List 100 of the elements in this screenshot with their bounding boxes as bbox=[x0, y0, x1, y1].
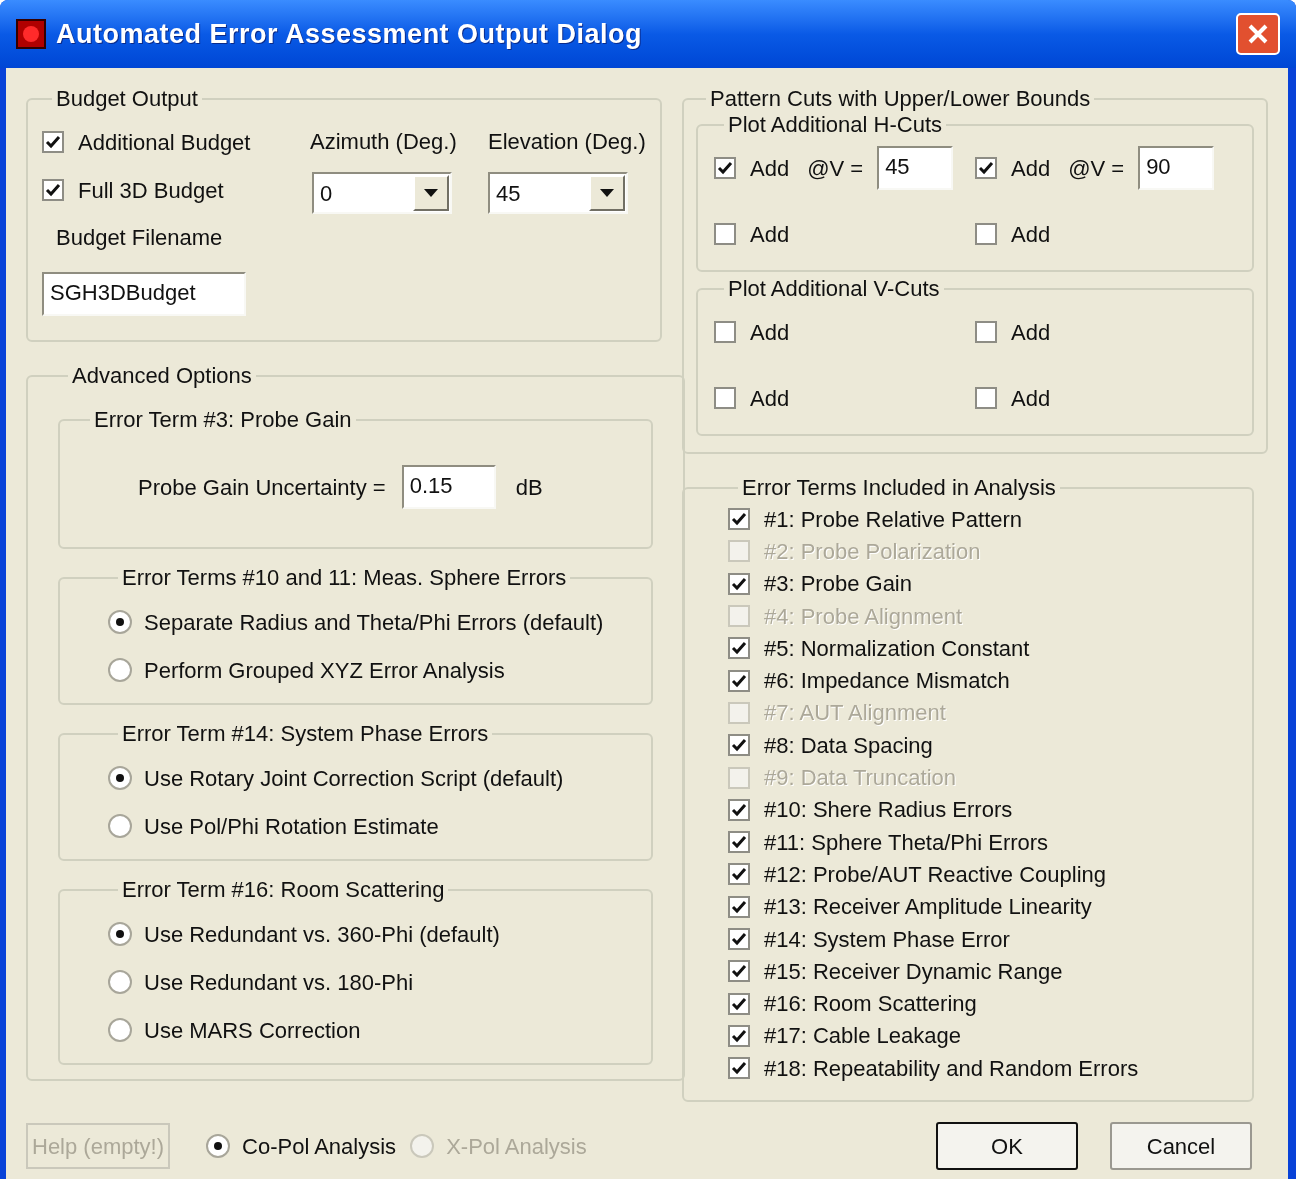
checkbox-label: #10: Shere Radius Errors bbox=[764, 796, 1013, 825]
group-title: Plot Additional V-Cuts bbox=[727, 276, 941, 302]
checkbox-label: #1: Probe Relative Pattern bbox=[764, 505, 1023, 534]
checkbox-label: #9: Data Truncation bbox=[764, 764, 956, 793]
checkbox[interactable] bbox=[728, 572, 750, 595]
dropdown[interactable]: 0 bbox=[312, 172, 452, 214]
checkbox[interactable] bbox=[714, 387, 736, 409]
radio-label: Use Pol/Phi Rotation Estimate bbox=[144, 812, 439, 841]
dropdown-value: 0 bbox=[319, 179, 334, 208]
radio-button[interactable] bbox=[206, 1134, 231, 1159]
checkbox-label: #12: Probe/AUT Reactive Coupling bbox=[764, 860, 1106, 889]
field-label: Azimuth (Deg.) bbox=[310, 128, 458, 156]
checkbox[interactable] bbox=[714, 157, 736, 179]
checkbox-label: #4: Probe Alignment bbox=[764, 602, 963, 631]
checkbox[interactable] bbox=[975, 321, 997, 343]
checkbox[interactable] bbox=[728, 1057, 750, 1080]
group-title: Pattern Cuts with Upper/Lower Bounds bbox=[709, 86, 1092, 112]
radio-label: Co-Pol Analysis bbox=[242, 1132, 397, 1161]
checkbox-label: Add bbox=[1011, 154, 1051, 183]
checkbox[interactable] bbox=[975, 157, 997, 179]
checkbox[interactable] bbox=[975, 387, 997, 409]
checkbox-label: #16: Room Scattering bbox=[764, 990, 977, 1019]
checkbox-label: Add bbox=[1011, 318, 1051, 347]
checkbox-label: #11: Sphere Theta/Phi Errors bbox=[764, 828, 1049, 857]
checkbox[interactable] bbox=[42, 131, 64, 153]
radio-button[interactable] bbox=[108, 970, 132, 994]
probe-gain-field[interactable]: 0.15 bbox=[401, 465, 496, 509]
checkbox[interactable] bbox=[728, 895, 750, 918]
group-title: Error Term #3: Probe Gain bbox=[93, 407, 353, 433]
radio-label: X-Pol Analysis bbox=[446, 1132, 587, 1161]
radio-label: Use Redundant vs. 180-Phi bbox=[144, 968, 414, 997]
close-button[interactable] bbox=[1236, 13, 1280, 55]
checkbox[interactable] bbox=[714, 223, 736, 245]
field-label: @V = bbox=[1068, 154, 1125, 183]
group-title: Error Terms #10 and 11: Meas. Sphere Errors bbox=[121, 565, 568, 591]
angle-field[interactable]: 90 bbox=[1138, 146, 1215, 190]
checkbox[interactable] bbox=[728, 1024, 750, 1047]
radio-button[interactable] bbox=[108, 1018, 132, 1042]
checkbox-label: #15: Receiver Dynamic Range bbox=[764, 957, 1063, 986]
dropdown-value: 45 bbox=[495, 179, 522, 208]
checkbox-label: #2: Probe Polarization bbox=[764, 537, 981, 566]
checkbox-label: #5: Normalization Constant bbox=[764, 634, 1030, 663]
radio-button[interactable] bbox=[108, 610, 132, 634]
field-label: @V = bbox=[807, 154, 864, 183]
checkbox[interactable] bbox=[728, 508, 750, 531]
checkbox[interactable] bbox=[42, 179, 64, 201]
checkbox-label: #8: Data Spacing bbox=[764, 731, 933, 760]
radio-button[interactable] bbox=[108, 766, 132, 790]
angle-field[interactable]: 45 bbox=[877, 146, 954, 190]
filename-field[interactable]: SGH3DBudget bbox=[42, 272, 246, 316]
checkbox[interactable] bbox=[728, 637, 750, 660]
checkbox-label: #17: Cable Leakage bbox=[764, 1022, 961, 1051]
group-title: Error Terms Included in Analysis bbox=[741, 475, 1057, 501]
radio-label: Separate Radius and Theta/Phi Errors (default) bbox=[144, 608, 604, 637]
checkbox[interactable] bbox=[728, 928, 750, 950]
checkbox-label: Add bbox=[750, 384, 790, 413]
radio-button[interactable] bbox=[108, 658, 132, 682]
checkbox-label: Full 3D Budget bbox=[78, 176, 224, 205]
radio-label: Use Redundant vs. 360-Phi (default) bbox=[144, 920, 500, 949]
group-title: Error Term #14: System Phase Errors bbox=[121, 721, 490, 747]
checkbox-label: Add bbox=[750, 154, 790, 183]
checkbox-label: #18: Repeatability and Random Errors bbox=[764, 1054, 1139, 1083]
cancel-button[interactable]: Cancel bbox=[1110, 1122, 1252, 1171]
checkbox[interactable] bbox=[728, 992, 750, 1015]
checkbox-label: #7: AUT Alignment bbox=[764, 699, 946, 728]
checkbox-label: Add bbox=[1011, 384, 1051, 413]
checkbox[interactable] bbox=[714, 321, 736, 343]
close-icon bbox=[1246, 22, 1270, 46]
radio-label: Use Rotary Joint Correction Script (default) bbox=[144, 764, 564, 793]
app-icon bbox=[16, 19, 46, 49]
checkbox[interactable] bbox=[728, 960, 750, 983]
checkbox[interactable] bbox=[728, 863, 750, 886]
checkbox[interactable] bbox=[728, 798, 750, 821]
radio-button[interactable] bbox=[108, 814, 132, 838]
group-title: Advanced Options bbox=[71, 363, 253, 389]
checkbox-label: Add bbox=[750, 318, 790, 347]
checkbox[interactable] bbox=[728, 669, 750, 692]
group-title: Plot Additional H-Cuts bbox=[727, 112, 943, 138]
checkbox[interactable] bbox=[728, 831, 750, 854]
checkbox-label: Add bbox=[1011, 220, 1051, 249]
field-label: Probe Gain Uncertainty = bbox=[138, 473, 386, 502]
ok-button[interactable]: OK bbox=[936, 1122, 1078, 1171]
dropdown[interactable]: 45 bbox=[488, 172, 628, 214]
checkbox[interactable] bbox=[728, 734, 750, 757]
field-label: Budget Filename bbox=[56, 224, 224, 252]
group-title: Error Term #16: Room Scattering bbox=[121, 877, 446, 903]
window-title: Automated Error Assessment Output Dialog bbox=[56, 17, 643, 51]
checkbox-label: #13: Receiver Amplitude Linearity bbox=[764, 893, 1092, 922]
unit-label: dB bbox=[515, 473, 543, 502]
checkbox[interactable] bbox=[975, 223, 997, 245]
checkbox-label: Additional Budget bbox=[78, 128, 251, 157]
checkbox-label: #14: System Phase Error bbox=[764, 925, 1010, 954]
checkbox-label: #3: Probe Gain bbox=[764, 570, 912, 599]
radio-button[interactable] bbox=[108, 922, 132, 946]
checkbox-label: #6: Impedance Mismatch bbox=[764, 667, 1010, 696]
group-title: Budget Output bbox=[55, 86, 199, 112]
radio-label: Perform Grouped XYZ Error Analysis bbox=[144, 656, 505, 685]
radio-label: Use MARS Correction bbox=[144, 1016, 361, 1045]
field-label: Elevation (Deg.) bbox=[488, 128, 646, 156]
checkbox-label: Add bbox=[750, 220, 790, 249]
